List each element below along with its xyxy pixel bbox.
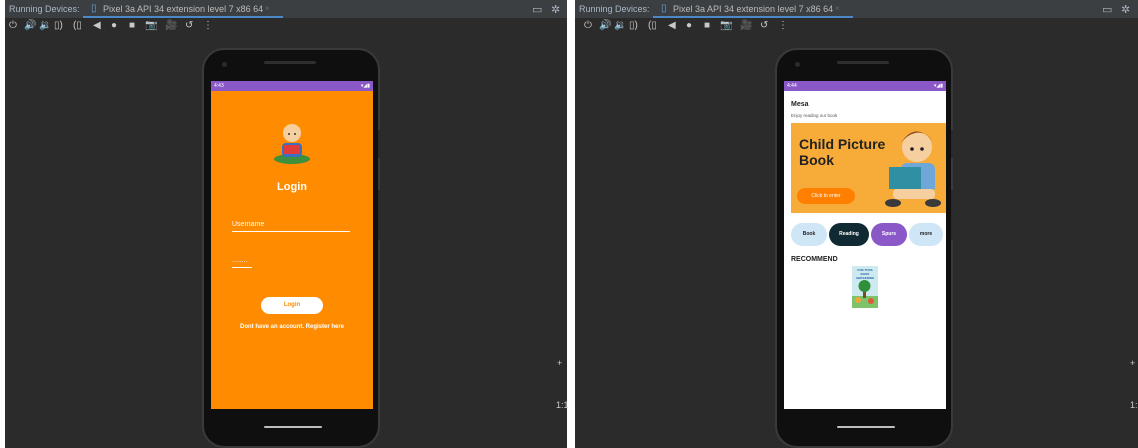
snapshot-icon[interactable]: ↺ bbox=[760, 20, 768, 31]
signal-battery-icon: ▾◢▮ bbox=[360, 83, 370, 89]
restore-window-icon[interactable]: ▭ bbox=[532, 3, 542, 16]
running-devices-label: Running Devices: bbox=[9, 4, 80, 14]
emulator-toolbar: ⏻ 🔊 🔉 ▯) (▯ ◀ ● ■ 📷 🎥 ↺ ⋮ bbox=[575, 18, 1138, 34]
title-bar: Running Devices: ▯ Pixel 3a API 34 exten… bbox=[5, 0, 567, 18]
speaker-grille bbox=[264, 61, 316, 64]
power-icon[interactable]: ⏻ bbox=[9, 20, 17, 31]
device-tab-label: Pixel 3a API 34 extension level 7 x86 64 bbox=[103, 4, 264, 14]
screen-record-icon[interactable]: 🎥 bbox=[165, 20, 177, 31]
power-icon[interactable]: ⏻ bbox=[584, 20, 592, 31]
chip-reading[interactable]: Reading bbox=[829, 223, 869, 246]
status-bar: 4:43 ▾◢▮ bbox=[211, 81, 373, 91]
rotate-left-icon[interactable]: (▯ bbox=[648, 20, 657, 31]
signal-battery-icon: ▾◢▮ bbox=[933, 83, 943, 89]
rotate-left-icon[interactable]: (▯ bbox=[73, 20, 82, 31]
camera-icon bbox=[795, 62, 800, 67]
reading-boy-illustration-icon bbox=[885, 131, 941, 207]
snapshot-icon[interactable]: ↺ bbox=[185, 20, 193, 31]
running-devices-panel-right: Running Devices: ▯ Pixel 3a API 34 exten… bbox=[575, 0, 1138, 448]
device-icon: ▯ bbox=[661, 3, 667, 14]
zoom-ratio[interactable]: 1:1 bbox=[1130, 400, 1138, 410]
rotate-right-icon[interactable]: ▯) bbox=[54, 20, 63, 31]
restore-window-icon[interactable]: ▭ bbox=[1102, 3, 1112, 16]
home-icon[interactable]: ● bbox=[111, 20, 117, 31]
speaker-grille bbox=[837, 61, 889, 64]
app-subtitle: Enjoy reading our book bbox=[791, 113, 838, 118]
volume-up-icon[interactable]: 🔊 bbox=[24, 20, 36, 31]
overview-icon[interactable]: ■ bbox=[704, 20, 710, 31]
zoom-ratio[interactable]: 1:1 bbox=[556, 400, 569, 410]
username-underline bbox=[232, 231, 350, 232]
volume-down-icon[interactable]: 🔉 bbox=[614, 20, 626, 31]
book-cover-art-icon bbox=[852, 280, 878, 308]
screenshot-icon[interactable]: 📷 bbox=[145, 20, 157, 31]
close-tab-icon[interactable]: × bbox=[835, 4, 840, 13]
power-side-button bbox=[378, 130, 381, 158]
chip-more[interactable]: more bbox=[909, 223, 943, 246]
featured-banner[interactable]: Child Picture Book Click to enter bbox=[791, 123, 946, 213]
settings-gear-icon[interactable]: ✲ bbox=[1121, 3, 1130, 16]
device-icon: ▯ bbox=[91, 3, 97, 14]
login-screen: 4:43 ▾◢▮ Login Username ........ Login D… bbox=[211, 81, 373, 409]
phone-frame: 4:44 ▾◢▮ Mesa Enjoy reading our book Chi… bbox=[775, 48, 954, 448]
status-bar: 4:44 ▾◢▮ bbox=[784, 81, 946, 91]
screen-record-icon[interactable]: 🎥 bbox=[740, 20, 752, 31]
settings-gear-icon[interactable]: ✲ bbox=[551, 3, 560, 16]
title-bar: Running Devices: ▯ Pixel 3a API 34 exten… bbox=[575, 0, 1138, 18]
chip-book[interactable]: Book bbox=[791, 223, 827, 246]
home-screen: 4:44 ▾◢▮ Mesa Enjoy reading our book Chi… bbox=[784, 81, 946, 409]
more-options-icon[interactable]: ⋮ bbox=[778, 20, 788, 31]
login-button[interactable]: Login bbox=[261, 297, 323, 314]
register-link[interactable]: Dont have an account. Register here bbox=[211, 324, 373, 330]
overview-icon[interactable]: ■ bbox=[129, 20, 135, 31]
reading-kid-logo-icon bbox=[274, 123, 310, 164]
status-time: 4:43 bbox=[214, 83, 224, 89]
password-underline bbox=[232, 267, 252, 268]
home-icon[interactable]: ● bbox=[686, 20, 692, 31]
volume-side-button bbox=[951, 190, 954, 240]
running-devices-label: Running Devices: bbox=[579, 4, 650, 14]
power-side-button bbox=[951, 130, 954, 158]
username-field[interactable]: Username bbox=[232, 221, 350, 228]
click-to-enter-button[interactable]: Click to enter bbox=[797, 188, 855, 204]
screenshot-icon[interactable]: 📷 bbox=[720, 20, 732, 31]
rotate-right-icon[interactable]: ▯) bbox=[629, 20, 638, 31]
volume-down-icon[interactable]: 🔉 bbox=[39, 20, 51, 31]
volume-side-button bbox=[378, 190, 381, 240]
chip-spurs[interactable]: Spurs bbox=[871, 223, 907, 246]
status-time: 4:44 bbox=[787, 83, 797, 89]
close-tab-icon[interactable]: × bbox=[265, 4, 270, 13]
gesture-home-bar[interactable] bbox=[264, 426, 322, 428]
back-icon[interactable]: ◀ bbox=[668, 20, 676, 31]
recommend-heading: RECOMMEND bbox=[791, 256, 838, 263]
book-cover-title: FOR TOSS BOOK AWAKENING bbox=[855, 268, 875, 280]
camera-icon bbox=[222, 62, 227, 67]
zoom-in-icon[interactable]: + bbox=[1130, 358, 1135, 368]
volume-up-icon[interactable]: 🔊 bbox=[599, 20, 611, 31]
emulator-toolbar: ⏻ 🔊 🔉 ▯) (▯ ◀ ● ■ 📷 🎥 ↺ ⋮ bbox=[5, 18, 567, 34]
app-title: Mesa bbox=[791, 101, 809, 108]
gesture-home-bar[interactable] bbox=[837, 426, 895, 428]
zoom-in-icon[interactable]: + bbox=[557, 358, 562, 368]
back-icon[interactable]: ◀ bbox=[93, 20, 101, 31]
recommended-book-card[interactable]: FOR TOSS BOOK AWAKENING bbox=[852, 266, 878, 308]
password-field[interactable]: ........ bbox=[232, 257, 350, 264]
device-tab-label: Pixel 3a API 34 extension level 7 x86 64 bbox=[673, 4, 834, 14]
login-title: Login bbox=[277, 181, 307, 193]
running-devices-panel-left: Running Devices: ▯ Pixel 3a API 34 exten… bbox=[5, 0, 567, 448]
phone-frame: 4:43 ▾◢▮ Login Username ........ Login D… bbox=[202, 48, 381, 448]
more-options-icon[interactable]: ⋮ bbox=[203, 20, 213, 31]
